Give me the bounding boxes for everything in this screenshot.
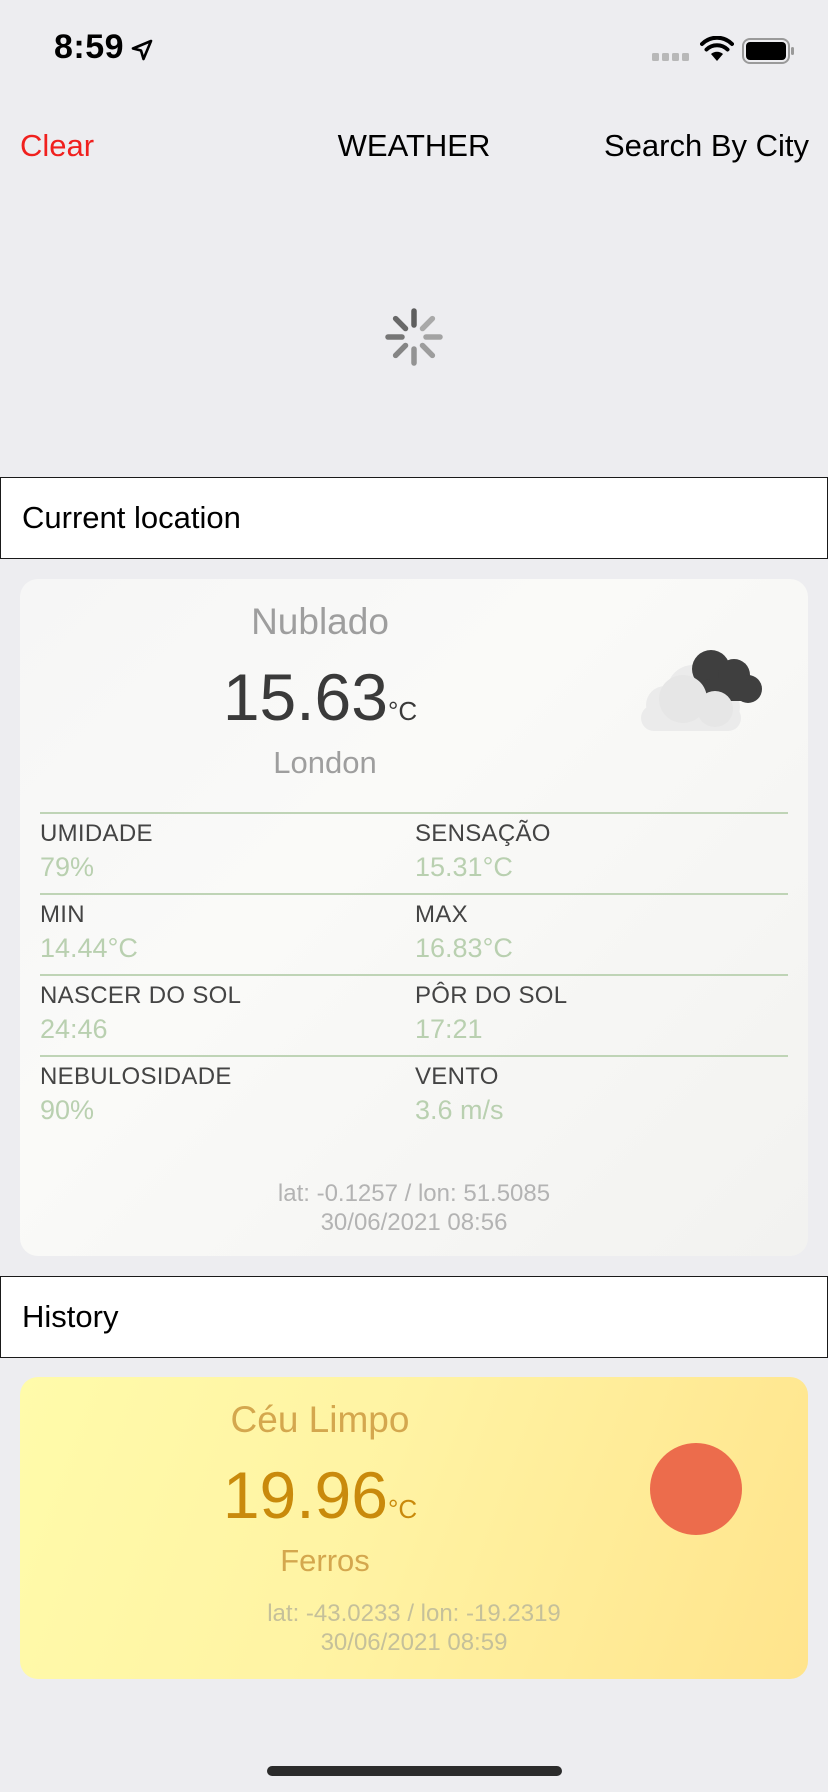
timestamp: 30/06/2021 08:56 (320, 1209, 508, 1236)
detail-label: SENSAÇÃO (415, 820, 551, 847)
search-by-city-button[interactable]: Search By City (604, 128, 809, 164)
battery-icon (742, 38, 794, 64)
weather-condition: Nublado (251, 601, 389, 642)
details-row: MIN 14.44°C MAX 16.83°C (40, 893, 788, 974)
weather-condition: Céu Limpo (230, 1399, 410, 1440)
details-row: NASCER DO SOL 24:46 PÔR DO SOL 17:21 (40, 974, 788, 1055)
timestamp: 30/06/2021 08:59 (320, 1629, 508, 1656)
sun-icon (650, 1443, 742, 1535)
temperature-value: 15.63 (222, 660, 388, 734)
detail-value: 79% (40, 852, 95, 882)
detail-value: 90% (40, 1095, 95, 1125)
coordinates: lat: -0.1257 / lon: 51.5085 30/06/2021 0… (20, 1179, 808, 1237)
status-time: 8:59 (54, 28, 125, 66)
city-name: London (273, 745, 377, 780)
detail-value: 16.83°C (415, 933, 513, 963)
temperature: 19.96°C (20, 1457, 620, 1533)
details-row: NEBULOSIDADE 90% VENTO 3.6 m/s (40, 1055, 788, 1136)
details-row: UMIDADE 79% SENSAÇÃO 15.31°C (40, 812, 788, 893)
temperature-unit: °C (387, 1494, 418, 1524)
cellular-signal-icon (652, 53, 689, 61)
detail-label: MAX (415, 901, 468, 928)
loading-spinner-icon (385, 308, 443, 366)
detail-value: 15.31°C (415, 852, 513, 882)
detail-label: UMIDADE (40, 820, 153, 847)
detail-label: NEBULOSIDADE (40, 1063, 232, 1090)
weather-details: UMIDADE 79% SENSAÇÃO 15.31°C MIN 14.44°C… (40, 812, 788, 1136)
navigation-bar: Clear WEATHER Search By City (0, 110, 828, 180)
detail-label: PÔR DO SOL (415, 982, 568, 1009)
detail-label: MIN (40, 901, 85, 928)
cloudy-night-icon (641, 650, 762, 731)
temperature: 15.63°C (20, 659, 620, 735)
history-weather-card[interactable]: Céu Limpo 19.96°C Ferros lat: -43.0233 /… (20, 1377, 808, 1679)
location-arrow-icon (131, 39, 153, 61)
coordinates-text: lat: -0.1257 / lon: 51.5085 (277, 1180, 551, 1207)
history-header: History (0, 1276, 828, 1358)
detail-value: 14.44°C (40, 933, 138, 963)
city-name: Ferros (280, 1543, 370, 1578)
current-location-label: Current location (22, 500, 241, 535)
detail-value: 17:21 (415, 1014, 483, 1044)
home-indicator[interactable] (267, 1766, 562, 1776)
coordinates-text: lat: -43.0233 / lon: -19.2319 (267, 1600, 561, 1627)
detail-label: VENTO (415, 1063, 499, 1090)
coordinates: lat: -43.0233 / lon: -19.2319 30/06/2021… (20, 1599, 808, 1657)
temperature-value: 19.96 (222, 1458, 388, 1532)
detail-value: 24:46 (40, 1014, 108, 1044)
detail-value: 3.6 m/s (415, 1095, 504, 1125)
detail-label: NASCER DO SOL (40, 982, 242, 1009)
current-location-header: Current location (0, 477, 828, 559)
status-bar: 8:59 (0, 0, 828, 100)
current-weather-card[interactable]: Nublado 15.63°C London UMIDADE 79% SENSA… (20, 579, 808, 1256)
wifi-icon (700, 36, 734, 61)
temperature-unit: °C (387, 696, 418, 726)
history-label: History (22, 1299, 119, 1334)
